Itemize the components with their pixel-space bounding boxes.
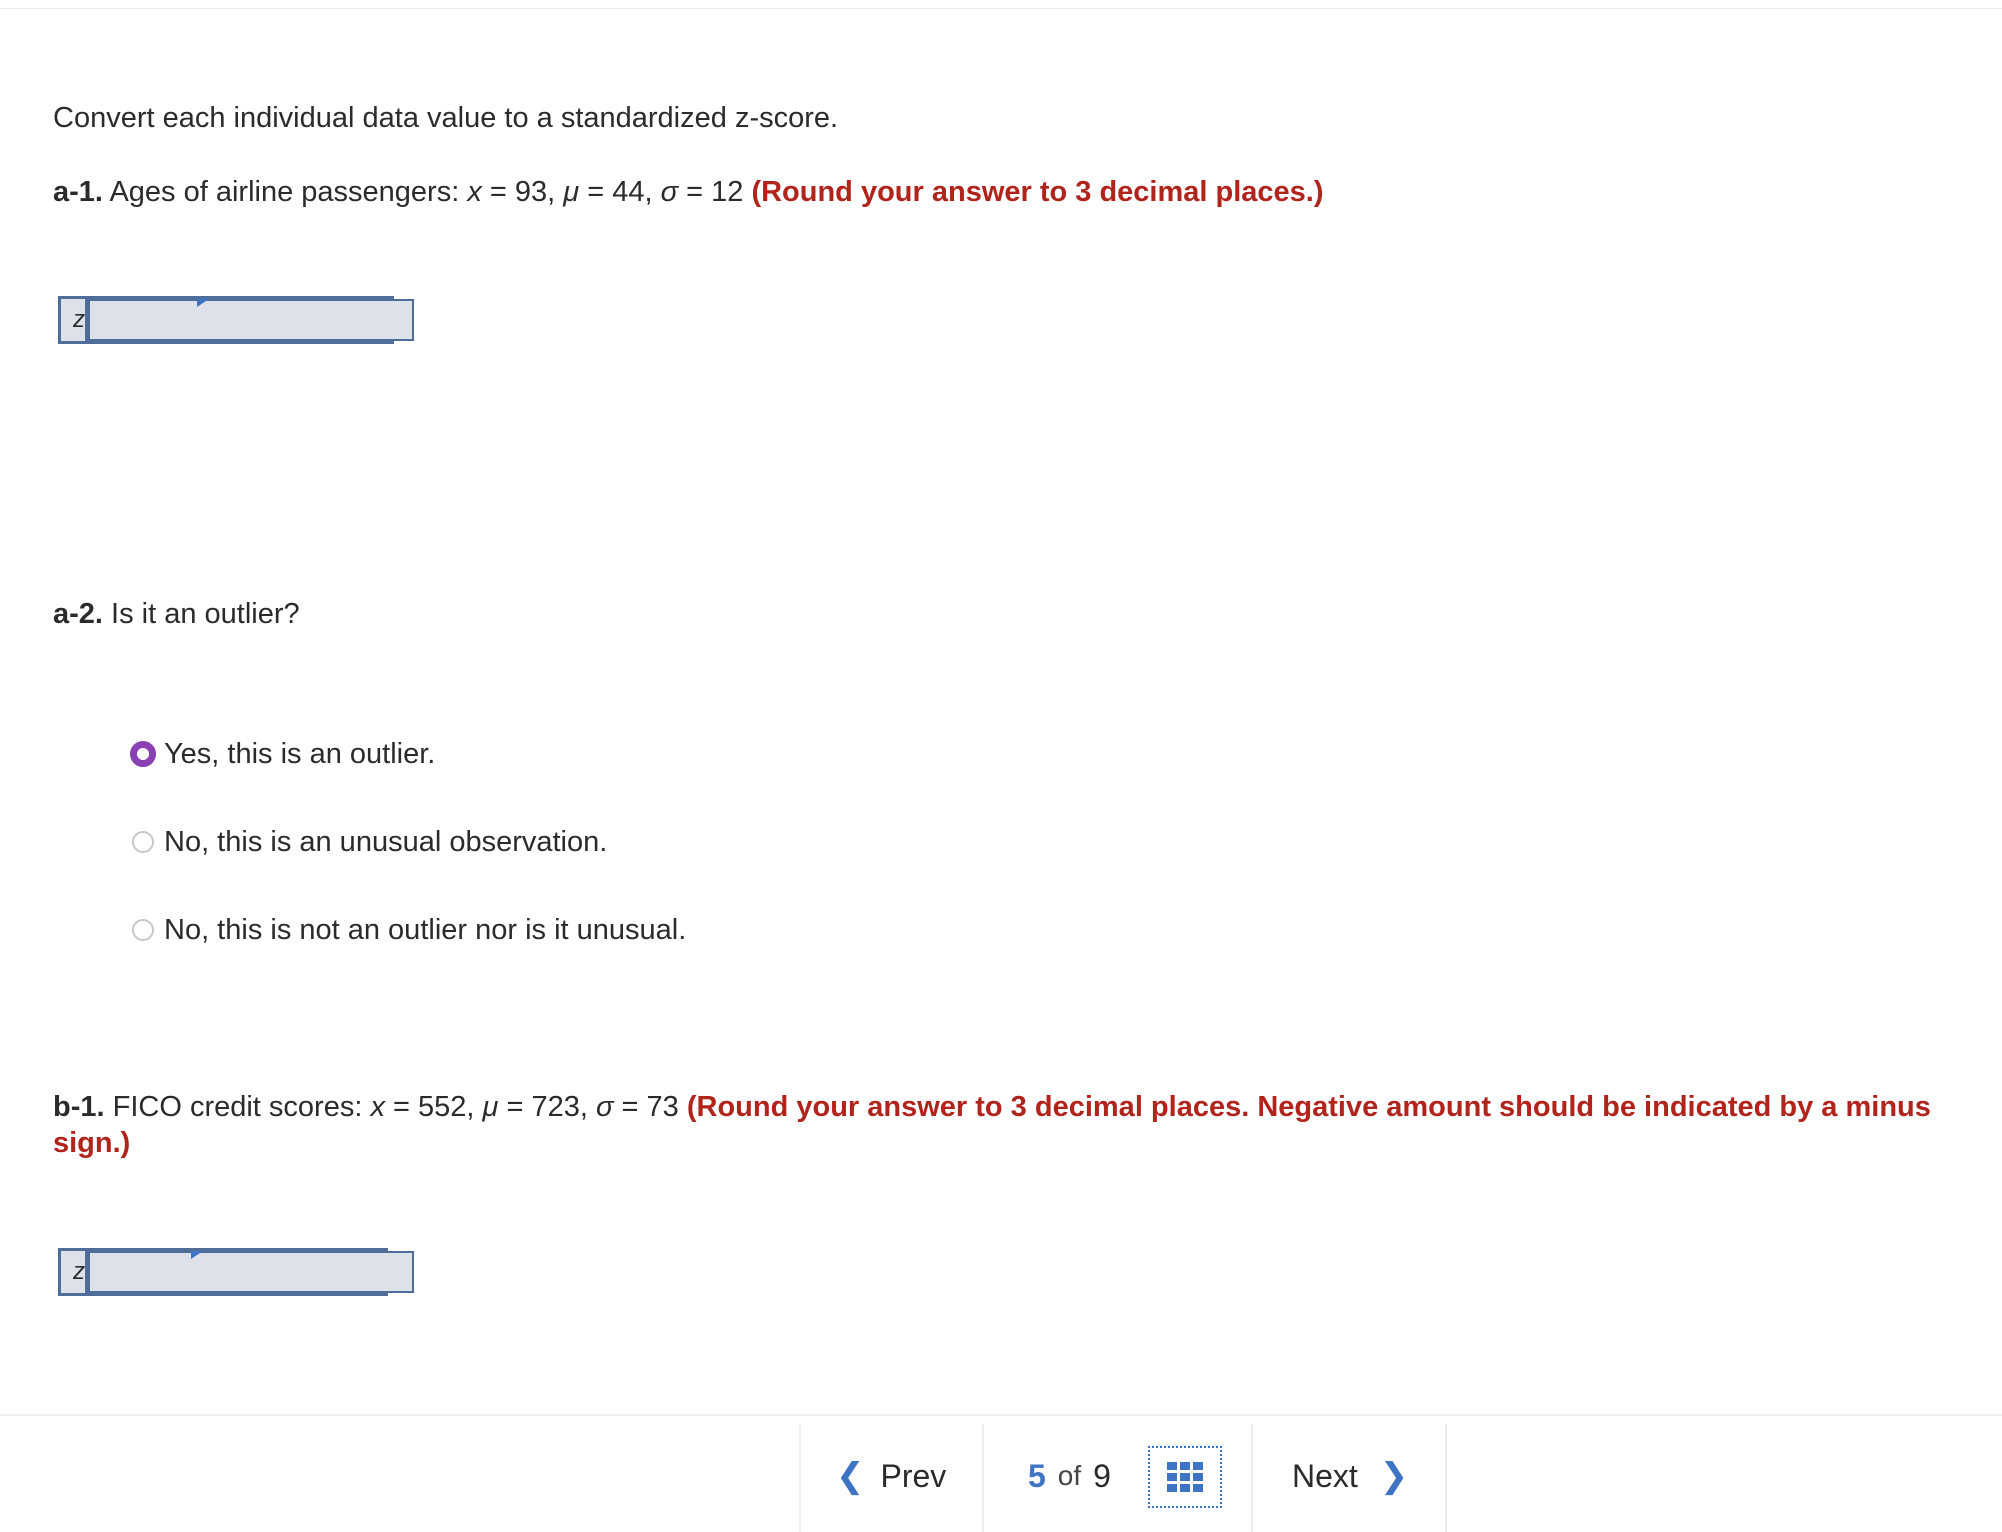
footer-divider [0, 1414, 2002, 1416]
radio-option-not-outlier[interactable]: No, this is not an outlier nor is it unu… [132, 912, 686, 948]
question-b1-text: FICO credit scores: [104, 1091, 371, 1123]
footer-divider-4 [1445, 1424, 1447, 1532]
answer-table-b1: z [58, 1248, 414, 1296]
z-answer-input-b1[interactable] [88, 1251, 414, 1293]
current-page: 5 [1028, 1457, 1046, 1494]
answer-flag-icon [197, 299, 209, 307]
footer-divider-1 [799, 1424, 801, 1532]
z-label: z [61, 299, 88, 341]
radio-button[interactable] [132, 831, 154, 853]
rounding-note: (Round your answer to 3 decimal places.) [751, 176, 1324, 208]
question-b1: b-1. FICO credit scores: x = 552, μ = 72… [53, 1089, 1963, 1161]
question-a1: a-1. Ages of airline passengers: x = 93,… [53, 174, 1324, 210]
question-a2: a-2. Is it an outlier? [53, 596, 300, 632]
sigma-symbol: σ [660, 176, 679, 208]
x-symbol: x [370, 1091, 385, 1123]
mu-symbol: μ [482, 1091, 499, 1123]
radio-option-yes-outlier[interactable]: Yes, this is an outlier. [130, 736, 436, 772]
footer-divider-2 [982, 1424, 984, 1532]
page-indicator: 5 of 9 [1028, 1448, 1111, 1504]
question-b1-label: b-1. [53, 1091, 105, 1123]
x-value: = 552, [384, 1091, 483, 1123]
radio-option-unusual[interactable]: No, this is an unusual observation. [132, 824, 607, 860]
mu-value: = 44, [579, 176, 661, 208]
prev-button[interactable]: ❮ Prev [836, 1446, 946, 1506]
sigma-symbol: σ [595, 1091, 614, 1123]
radio-button[interactable] [132, 919, 154, 941]
question-a2-label: a-2. [53, 598, 103, 630]
instructions-text: Convert each individual data value to a … [53, 102, 839, 134]
footer-divider-3 [1251, 1424, 1253, 1532]
radio-option-label: No, this is not an outlier nor is it unu… [164, 914, 687, 946]
answer-table-a1: z [58, 296, 414, 344]
radio-button-selected[interactable] [130, 741, 156, 767]
x-value: = 93, [481, 176, 564, 208]
total-pages: 9 [1093, 1457, 1111, 1494]
grid-cells [1167, 1462, 1203, 1492]
top-divider [0, 8, 2002, 9]
sigma-value: = 73 [613, 1091, 687, 1123]
question-a1-label: a-1. [53, 176, 103, 208]
mu-symbol: μ [563, 176, 580, 208]
radio-option-label: Yes, this is an outlier. [164, 738, 436, 770]
chevron-right-icon: ❯ [1379, 1457, 1409, 1495]
sigma-value: = 12 [678, 176, 752, 208]
next-label: Next [1292, 1457, 1358, 1494]
z-label: z [61, 1251, 88, 1293]
x-symbol: x [467, 176, 482, 208]
answer-flag-icon [191, 1251, 203, 1259]
next-button[interactable]: Next ❯ [1292, 1446, 1408, 1506]
chevron-left-icon: ❮ [836, 1457, 865, 1495]
question-grid-icon[interactable] [1148, 1446, 1222, 1508]
prev-label: Prev [880, 1457, 947, 1494]
question-a2-text: Is it an outlier? [102, 598, 300, 630]
radio-option-label: No, this is an unusual observation. [164, 826, 608, 858]
of-label: of [1057, 1460, 1082, 1491]
question-a1-text: Ages of airline passengers: [109, 176, 468, 208]
z-answer-input-a1[interactable] [88, 299, 414, 341]
mu-value: = 723, [498, 1091, 596, 1123]
